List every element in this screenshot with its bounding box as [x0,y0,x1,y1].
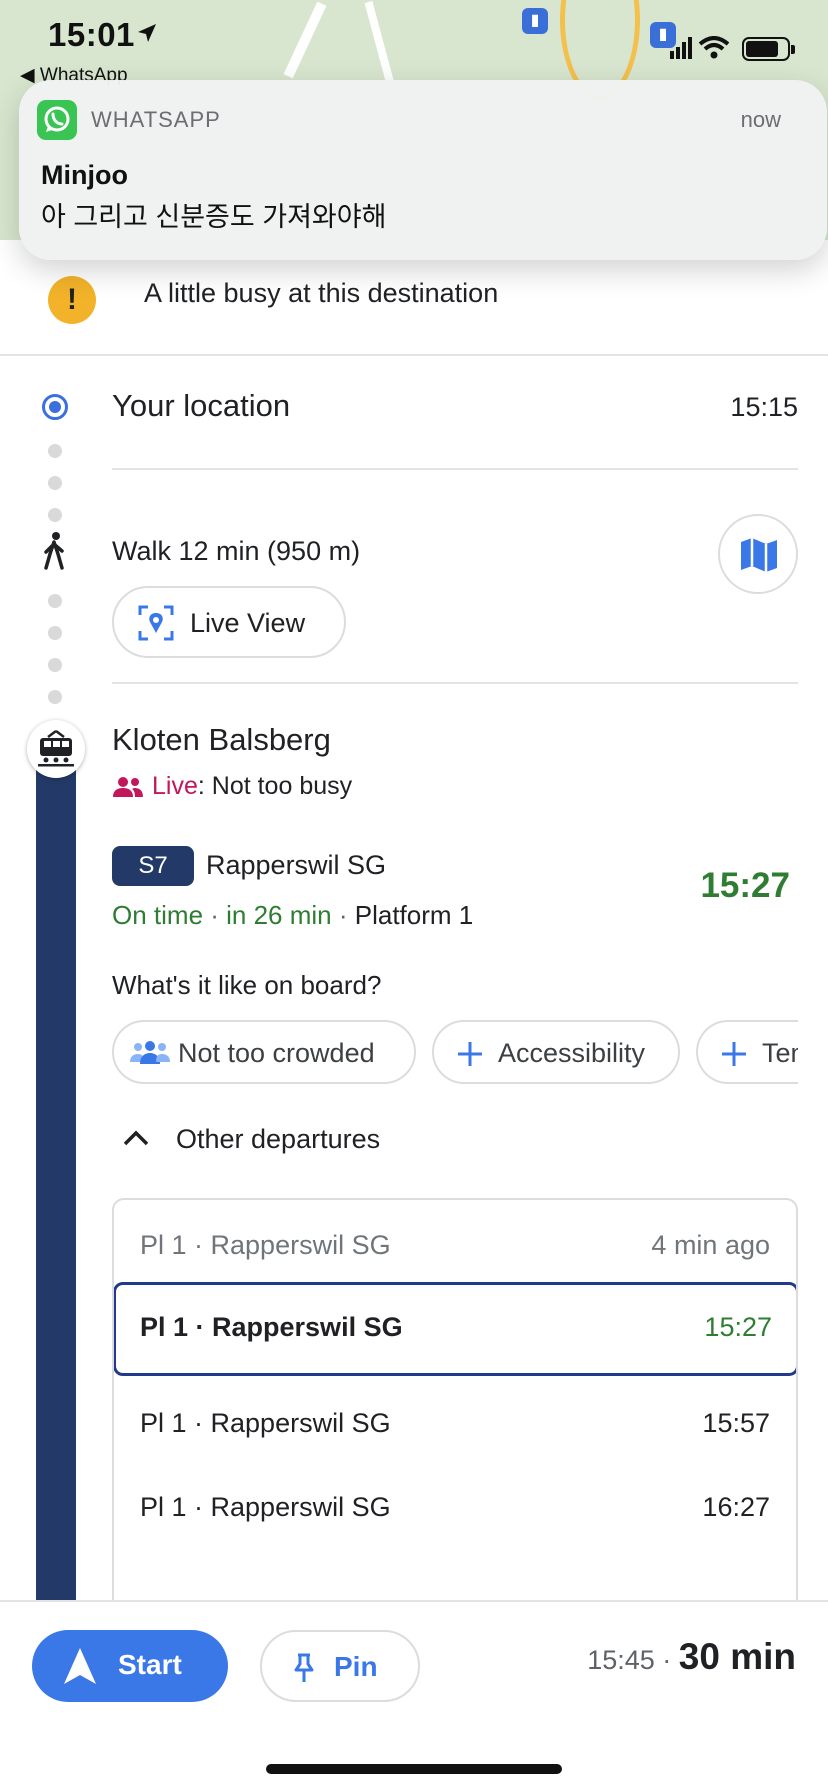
notification-message: 아 그리고 신분증도 가져와야해 [41,202,387,232]
plus-icon [722,1042,746,1066]
warning-icon: ! [48,276,96,324]
wifi-icon [698,36,730,59]
live-view-icon [138,605,174,641]
arrival-time: 15:45 [587,1645,655,1675]
departure-row[interactable]: Pl 1 · Rapperswil SG 15:57 [114,1378,796,1472]
walking-icon [44,532,64,570]
origin-marker-icon [42,394,68,420]
whatsapp-icon [37,100,77,140]
separator: · [331,900,355,930]
map-icon [741,538,777,572]
busy-alert-text: A little busy at this destination [144,278,499,308]
other-departures-list: Pl 1 · Rapperswil SG 4 min ago Pl 1 · Ra… [112,1198,798,1618]
transit-line-bar [36,750,76,1610]
departure-row[interactable]: Pl 1 · Rapperswil SG 4 min ago [114,1200,796,1294]
line-destination: Rapperswil SG [206,850,387,880]
departure-row-selected[interactable]: Pl 1 · Rapperswil SG 15:27 [114,1282,796,1376]
trip-duration: 30 min [678,1636,796,1677]
live-busyness: Live: Not too busy [112,772,352,801]
location-arrow-icon [138,24,156,42]
home-indicator[interactable] [266,1764,562,1774]
pin-button[interactable]: Pin [260,1630,420,1702]
departure-time: 15:27 [700,866,790,905]
start-button[interactable]: Start [32,1630,228,1702]
departure-row-time: 15:57 [702,1408,770,1438]
live-view-label: Live View [190,608,306,638]
chip-label: Not too crowded [178,1038,375,1068]
pin-icon [294,1653,314,1682]
start-label: Start [118,1649,182,1680]
origin-label[interactable]: Your location [112,388,290,424]
live-value: : Not too busy [197,772,353,800]
chevron-up-icon[interactable] [122,1128,150,1148]
other-departures-toggle[interactable]: Other departures [176,1124,380,1155]
whatsapp-notification[interactable]: WHATSAPP now Minjoo 아 그리고 신분증도 가져와야해 [19,80,827,260]
status-bar: 15:01 ◀ WhatsApp [0,0,828,86]
path-dot [48,690,62,704]
departure-label: Pl 1 · Rapperswil SG [140,1408,391,1438]
notification-app-name: WHATSAPP [91,107,221,132]
chip-label: Accessibility [498,1038,646,1068]
directions-sheet: ! A little busy at this destination Your… [0,240,828,1618]
path-dot [48,508,62,522]
chip-temperature[interactable]: Temperature [696,1020,798,1084]
chip-label: Temperature [762,1038,798,1068]
divider [112,682,798,684]
station-name[interactable]: Kloten Balsberg [112,722,331,758]
departure-row-time: 16:27 [702,1492,770,1522]
countdown: in 26 min [226,900,332,930]
divider [112,468,798,470]
on-time-label: On time [112,900,204,930]
departure-label: Pl 1 · Rapperswil SG [140,1492,391,1522]
eta-summary: 15:45 · 30 min [587,1636,796,1678]
path-dot [48,444,62,458]
notification-time: now [740,107,781,132]
train-icon [27,720,85,778]
departure-status: On time · in 26 min · Platform 1 [112,900,473,931]
notification-sender: Minjoo [41,160,128,190]
line-badge: S7 [112,846,194,886]
path-dot [48,476,62,490]
people-icon [130,1041,170,1064]
onboard-question: What's it like on board? [112,970,382,1000]
live-view-button[interactable]: Live View [112,586,346,658]
path-dot [48,594,62,608]
clock: 15:01 [48,16,135,53]
cellular-signal-icon [670,37,692,59]
platform: Platform 1 [354,900,474,930]
battery-icon [742,37,795,61]
chip-not-too-crowded[interactable]: Not too crowded [112,1020,416,1084]
plus-icon [458,1042,482,1066]
departure-row[interactable]: Pl 1 · Rapperswil SG 16:27 [114,1462,796,1556]
origin-time: 15:15 [730,392,798,422]
departure-label: Pl 1 · Rapperswil SG [140,1230,391,1260]
walk-map-button[interactable] [718,514,798,594]
separator: · [654,1645,679,1675]
departure-row-time: 4 min ago [651,1230,770,1260]
live-label: Live [152,772,198,800]
people-icon [113,777,143,798]
departure-row-time: 15:27 [704,1312,772,1342]
separator: · [203,900,227,930]
navigation-arrow-icon [64,1648,96,1684]
walk-summary[interactable]: Walk 12 min (950 m) [112,536,360,567]
pin-label: Pin [334,1651,378,1682]
path-dot [48,658,62,672]
departure-label: Pl 1 · Rapperswil SG [140,1312,403,1342]
path-dot [48,626,62,640]
chip-accessibility[interactable]: Accessibility [432,1020,680,1084]
